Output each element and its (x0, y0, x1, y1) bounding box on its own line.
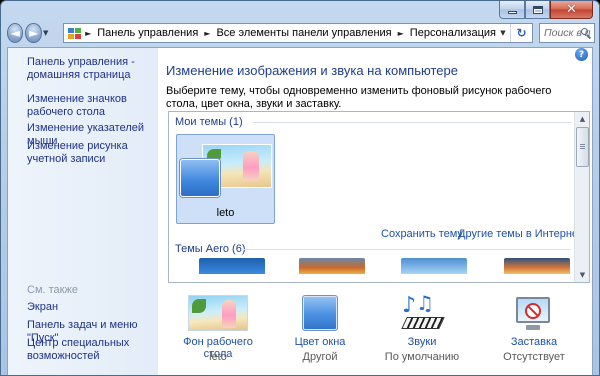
setting-label[interactable]: Звуки (372, 336, 472, 348)
aero-theme-thumbnail[interactable] (401, 258, 467, 274)
maximize-icon (532, 5, 543, 14)
recent-pages-dropdown[interactable]: ▼ (43, 29, 51, 37)
theme-color-swatch (180, 159, 220, 197)
sidebar: Панель управления - домашняя страница Из… (8, 48, 158, 375)
more-themes-online-link[interactable]: Другие темы в Интернете (458, 228, 589, 240)
forward-button[interactable]: ► (25, 23, 42, 43)
minimize-button[interactable] (499, 1, 525, 19)
setting-value: leto (209, 351, 227, 363)
address-bar[interactable]: ► Панель управления ► Все элементы панел… (63, 23, 533, 43)
sidebar-link-ease-of-access[interactable]: Центр специальных возможностей (27, 337, 152, 363)
search-icon[interactable] (581, 28, 592, 39)
screensaver-icon (512, 295, 556, 333)
setting-label[interactable]: Заставка (484, 336, 584, 348)
forward-arrow-icon: ► (29, 26, 39, 40)
breadcrumb-control-panel[interactable]: Панель управления (97, 27, 198, 39)
aero-themes-heading: Темы Aero (6) (175, 243, 246, 255)
theme-list-scrollbar[interactable]: ▲ ▼ (574, 112, 589, 282)
explorer-window: ✕ ◄ ► ▼ ► Панель управления ► Все элемен… (0, 0, 600, 376)
address-controls: ▼ ↻ (496, 24, 532, 42)
navigation-bar: ◄ ► ▼ ► Панель управления ► Все элементы… (7, 21, 595, 45)
sidebar-link-display[interactable]: Экран (27, 301, 152, 314)
close-button[interactable]: ✕ (550, 1, 593, 19)
help-icon: ? (578, 49, 585, 60)
scroll-down-icon[interactable]: ▼ (576, 268, 589, 282)
setting-label[interactable]: Цвет окна (270, 336, 370, 348)
back-button[interactable]: ◄ (7, 23, 24, 43)
sounds-icon: ♪ ♫ (400, 293, 445, 333)
breadcrumb-all-items[interactable]: Все элементы панели управления (216, 27, 391, 39)
search-input[interactable]: Поиск в п (539, 23, 595, 43)
breadcrumb-separator-icon[interactable]: ► (204, 29, 210, 38)
save-theme-link[interactable]: Сохранить тему (381, 228, 463, 240)
aero-theme-thumbnail[interactable] (199, 258, 265, 274)
sidebar-link-control-panel-home[interactable]: Панель управления - домашняя страница (27, 56, 152, 82)
aero-theme-thumbnail[interactable] (299, 258, 365, 274)
client-area: Панель управления - домашняя страница Из… (7, 47, 593, 375)
back-arrow-icon: ◄ (10, 26, 20, 40)
group-divider (253, 122, 571, 123)
close-icon: ✕ (566, 2, 577, 17)
caption-buttons: ✕ (499, 1, 593, 21)
sidebar-link-account-picture[interactable]: Изменение рисунка учетной записи (27, 140, 152, 166)
sidebar-link-desktop-icons[interactable]: Изменение значков рабочего стола (27, 93, 152, 119)
refresh-button[interactable]: ↻ (510, 24, 532, 42)
group-divider (241, 249, 571, 250)
nav-buttons: ◄ ► ▼ (7, 22, 51, 44)
breadcrumb-separator-icon[interactable]: ► (398, 29, 404, 38)
breadcrumb-personalization[interactable]: Персонализация (410, 27, 496, 39)
theme-list: Мои темы (1) leto Сохранить тему Другие … (168, 111, 590, 283)
scroll-up-icon[interactable]: ▲ (576, 112, 589, 126)
address-dropdown-icon[interactable]: ▼ (496, 29, 510, 37)
page-description: Выберите тему, чтобы одновременно измени… (166, 85, 552, 110)
window-color-icon (302, 295, 338, 331)
minimize-icon (507, 10, 517, 14)
desktop-background-icon (188, 295, 248, 331)
page-title: Изменение изображения и звука на компьют… (166, 63, 458, 78)
setting-value: Отсутствует (503, 351, 565, 363)
scrollbar-thumb[interactable] (576, 127, 589, 167)
see-also-heading: См. также (27, 284, 78, 296)
help-button[interactable]: ? (575, 48, 588, 61)
setting-value: По умолчанию (384, 351, 460, 363)
setting-value: Другой (302, 351, 338, 363)
maximize-button[interactable] (525, 1, 550, 19)
theme-name: leto (216, 207, 235, 219)
refresh-icon: ↻ (516, 26, 527, 40)
my-themes-heading: Мои темы (1) (175, 116, 243, 128)
breadcrumb-separator-icon: ► (85, 28, 92, 38)
control-panel-icon (67, 26, 81, 40)
theme-tile-leto[interactable]: leto (176, 134, 275, 224)
aero-theme-thumbnail[interactable] (504, 258, 570, 274)
